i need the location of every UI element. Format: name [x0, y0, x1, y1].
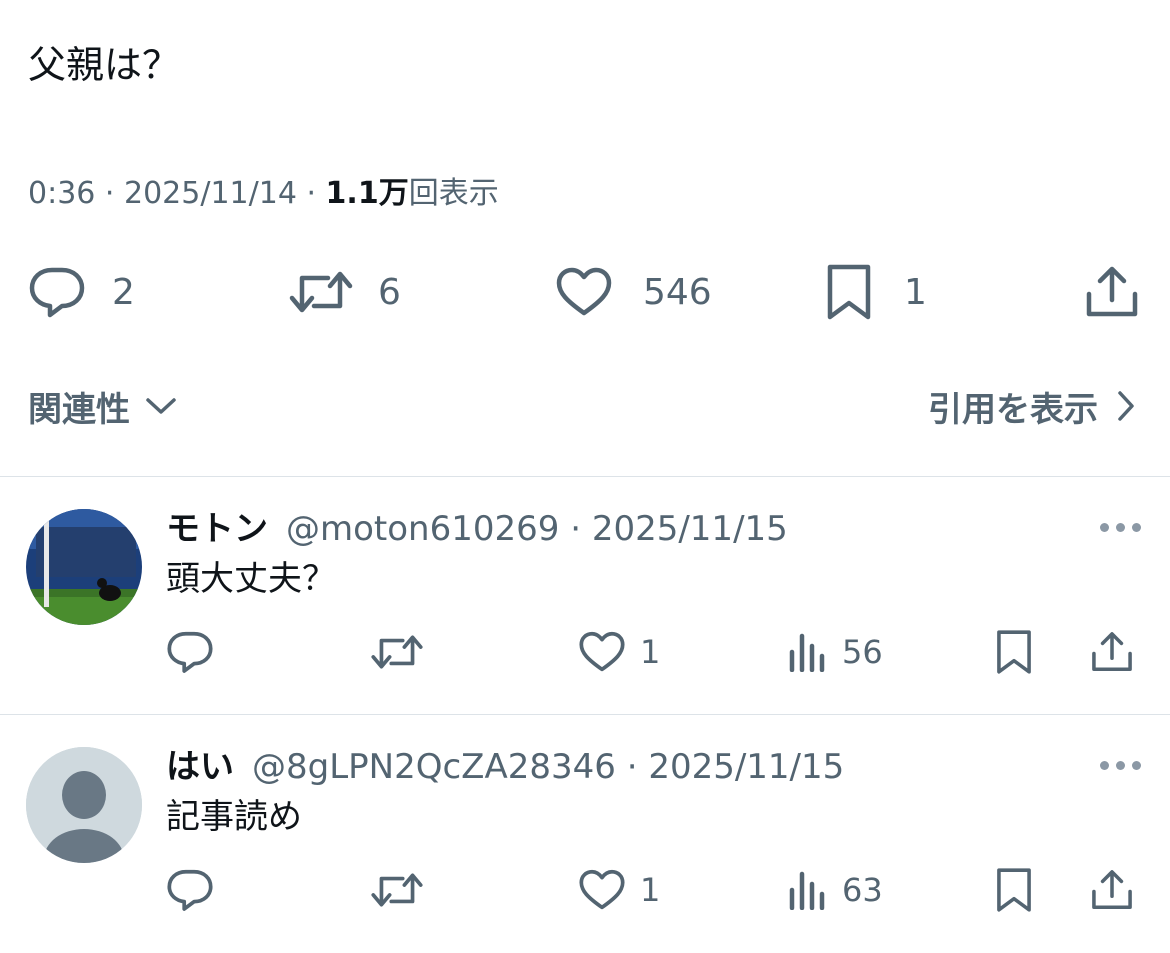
more-icon-dot — [1116, 523, 1125, 532]
reply-count: 2 — [112, 271, 135, 313]
reply-header: モトン @moton610269 · 2025/11/15 — [166, 507, 788, 551]
views-button[interactable]: 63 — [788, 865, 883, 915]
views-count: 63 — [842, 871, 883, 909]
like-icon — [556, 267, 612, 316]
bookmark-icon — [997, 868, 1031, 912]
like-button[interactable]: 1 — [578, 865, 660, 915]
avatar[interactable] — [26, 509, 142, 625]
reply-header: はい @8gLPN2QcZA28346 · 2025/11/15 — [166, 745, 844, 789]
views-icon — [789, 633, 825, 672]
retweet-button[interactable] — [370, 865, 424, 915]
reply-item[interactable]: はい @8gLPN2QcZA28346 · 2025/11/15 記事読め 1 — [0, 715, 1170, 951]
like-count: 546 — [643, 271, 712, 313]
bookmark-count: 1 — [904, 271, 927, 313]
retweet-icon — [371, 635, 423, 669]
retweet-icon — [371, 873, 423, 907]
avatar[interactable] — [26, 747, 142, 863]
reply-sort-row: 関連性 引用を表示 — [0, 380, 1170, 432]
retweet-button[interactable]: 6 — [288, 262, 401, 322]
share-button[interactable] — [1090, 627, 1134, 677]
reply-author-name[interactable]: はい — [166, 745, 234, 789]
more-icon-dot — [1116, 761, 1125, 770]
bookmark-icon — [997, 630, 1031, 674]
more-icon-dot — [1132, 761, 1141, 770]
view-quotes-button[interactable]: 引用を表示 — [928, 380, 1136, 432]
views-icon — [789, 871, 825, 910]
more-icon — [1100, 761, 1109, 770]
like-count: 1 — [640, 633, 661, 671]
view-quotes-label: 引用を表示 — [928, 389, 1098, 430]
reply-button[interactable] — [166, 865, 214, 915]
meta-separator: · — [104, 176, 124, 211]
views-count: 56 — [842, 633, 883, 671]
share-button[interactable] — [1090, 865, 1134, 915]
reply-icon — [167, 631, 213, 673]
like-button[interactable]: 1 — [578, 627, 660, 677]
retweet-icon — [289, 271, 353, 313]
tweet-views-count: 1.1万 — [325, 176, 409, 211]
reply-icon — [167, 869, 213, 911]
retweet-count: 6 — [378, 271, 401, 313]
reply-icon — [29, 267, 85, 318]
sort-relevance-label: 関連性 — [28, 389, 130, 430]
retweet-button[interactable] — [370, 627, 424, 677]
share-icon — [1086, 266, 1138, 317]
reply-button[interactable] — [166, 627, 214, 677]
more-icon-dot — [1132, 523, 1141, 532]
more-button[interactable] — [1100, 759, 1144, 771]
meta-separator: · — [306, 176, 326, 211]
like-icon — [579, 869, 625, 910]
reply-author-handle[interactable]: @8gLPN2QcZA28346 · 2025/11/15 — [252, 745, 844, 789]
default-avatar-icon — [26, 747, 142, 863]
like-icon — [579, 631, 625, 672]
more-button[interactable] — [1100, 521, 1144, 533]
tweet-time[interactable]: 0:36 — [28, 176, 95, 211]
views-button[interactable]: 56 — [788, 627, 883, 677]
like-count: 1 — [640, 871, 661, 909]
share-icon — [1092, 632, 1132, 672]
like-button[interactable]: 546 — [555, 262, 712, 322]
sort-relevance-button[interactable]: 関連性 — [28, 380, 178, 432]
more-icon — [1100, 523, 1109, 532]
bookmark-button[interactable] — [994, 627, 1034, 677]
bookmark-button[interactable]: 1 — [824, 262, 927, 322]
bookmark-button[interactable] — [994, 865, 1034, 915]
reply-item[interactable]: モトン @moton610269 · 2025/11/15 頭大丈夫？ 1 56 — [0, 477, 1170, 713]
tweet-meta: 0:36 · 2025/11/14 · 1.1万回表示 — [28, 172, 499, 216]
tweet-text: 父親は？ — [28, 43, 181, 87]
tweet-stats-bar: 2 6 546 1 — [0, 262, 1170, 322]
reply-action-bar: 1 56 — [0, 627, 1170, 677]
reply-author-handle[interactable]: @moton610269 · 2025/11/15 — [286, 507, 788, 551]
reply-button[interactable]: 2 — [28, 262, 135, 322]
chevron-right-icon — [1118, 391, 1134, 421]
reply-text: 記事読め — [166, 797, 302, 837]
tweet-date[interactable]: 2025/11/14 — [124, 176, 297, 211]
avatar-photo — [26, 509, 142, 625]
reply-action-bar: 1 63 — [0, 865, 1170, 915]
tweet-views-label: 回表示 — [408, 176, 499, 211]
reply-text: 頭大丈夫？ — [166, 559, 336, 599]
bookmark-icon — [827, 264, 871, 320]
share-icon — [1092, 870, 1132, 910]
reply-author-name[interactable]: モトン — [166, 507, 268, 551]
share-button[interactable] — [1084, 262, 1140, 322]
chevron-down-icon — [146, 398, 176, 414]
